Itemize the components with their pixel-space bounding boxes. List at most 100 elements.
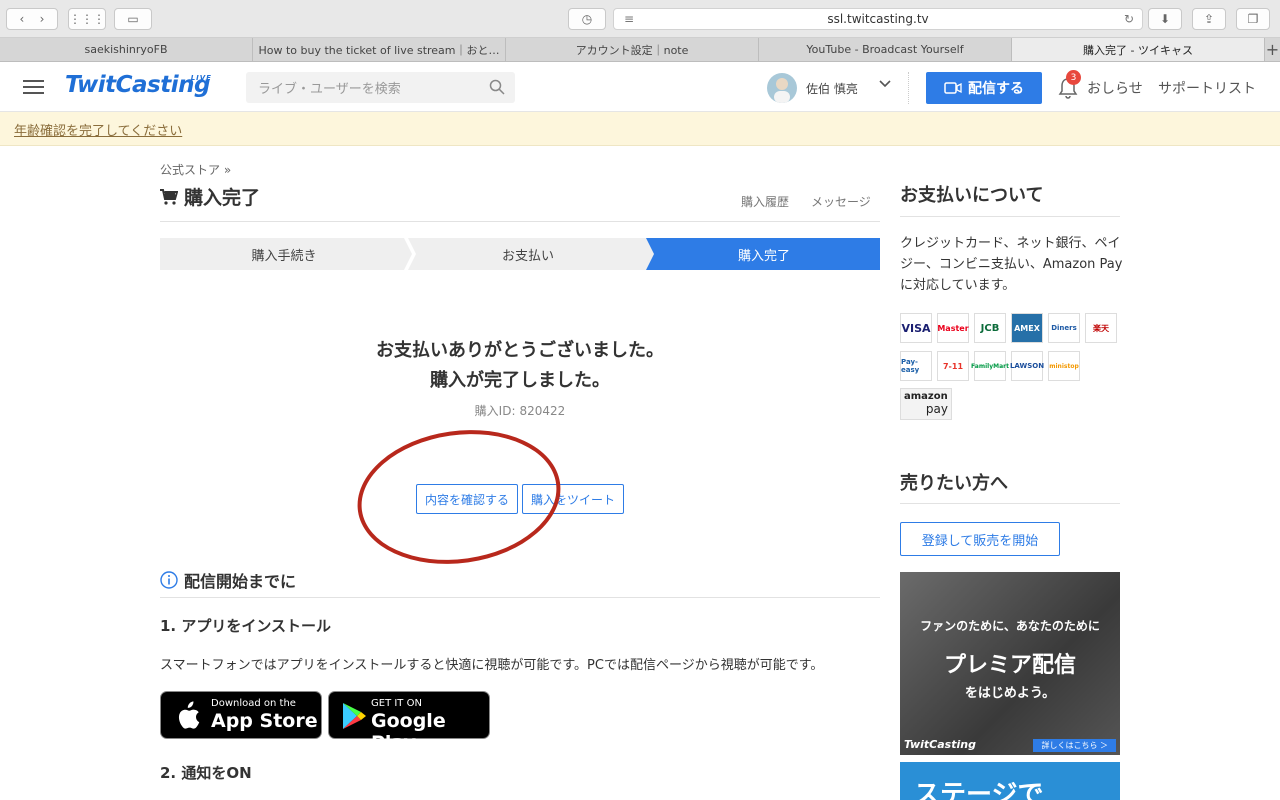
seller-title: 売りたい方へ <box>900 473 1008 494</box>
diners-logo: Diners <box>1048 313 1080 343</box>
search-icon[interactable] <box>489 79 505 95</box>
purchase-id: 購入ID: 820422 <box>160 402 880 419</box>
info-icon <box>160 571 178 589</box>
thanks-line-2: 購入が完了しました。 <box>430 370 610 391</box>
notifications-link[interactable]: おしらせ <box>1087 78 1143 98</box>
thanks-message: お支払いありがとうございました。 購入が完了しました。 <box>160 336 880 396</box>
step1-text: スマートフォンではアプリをインストールすると快適に視聴が可能です。PCでは配信ペ… <box>160 658 824 673</box>
step2-title: 2. 通知をON <box>160 764 252 782</box>
logo-sup: LIVE <box>190 74 212 82</box>
banner-line-3: をはじめよう。 <box>964 686 1056 701</box>
grid-icon[interactable]: ⋮⋮⋮ <box>68 8 106 30</box>
thanks-line-1: お支払いありがとうございました。 <box>376 340 664 361</box>
divider <box>160 597 880 598</box>
section-title: 配信開始までに <box>160 568 296 592</box>
user-name[interactable]: 佐伯 慎亮 <box>806 80 858 97</box>
browser-tab[interactable]: How to buy the ticket of live stream｜おと… <box>253 38 506 61</box>
banner-line-2: プレミア配信 <box>943 653 1076 678</box>
menu-icon[interactable] <box>23 80 44 94</box>
age-verification-link[interactable]: 年齢確認を完了してください <box>14 120 182 139</box>
logo-text: TwitCasting <box>65 72 210 98</box>
visa-logo: VISA <box>900 313 932 343</box>
register-seller-button[interactable]: 登録して販売を開始 <box>900 522 1060 556</box>
forward-icon[interactable]: › <box>40 12 45 26</box>
stage-banner[interactable]: ステージで <box>900 762 1120 800</box>
section-title-text: 配信開始までに <box>184 572 297 591</box>
stage-banner-text: ステージで <box>914 780 1044 800</box>
purchase-history-link[interactable]: 購入履歴 <box>741 193 789 210</box>
app-store-button[interactable]: Download on the App Store <box>160 691 322 739</box>
seven-eleven-logo: 7-11 <box>937 351 969 381</box>
divider <box>900 503 1120 504</box>
search-input[interactable]: ライブ・ユーザーを検索 <box>246 72 515 103</box>
banner-line-1: ファンのために、あなたのために <box>920 619 1100 633</box>
start-live-button[interactable]: 配信する <box>926 72 1042 104</box>
browser-tab[interactable]: アカウント設定｜note <box>506 38 759 61</box>
google-play-button[interactable]: GET IT ON Google Play <box>328 691 490 754</box>
history-icon[interactable]: ◷ <box>568 8 606 30</box>
cart-icon <box>160 188 178 205</box>
payment-info-text: クレジットカード、ネット銀行、ペイジー、コンビニ支払い、Amazon Payに対… <box>900 236 1123 293</box>
payeasy-logo: Pay-easy <box>900 351 932 381</box>
banner-details-link[interactable]: 詳しくはこちら ＞ <box>1033 739 1116 752</box>
browser-tab-active[interactable]: 購入完了 - ツイキャス <box>1012 38 1265 61</box>
back-forward-buttons[interactable]: ‹ › <box>6 8 58 30</box>
divider <box>908 72 909 104</box>
app-store-small-text: Download on the <box>211 698 296 709</box>
reader-icon[interactable]: ≡ <box>624 12 634 26</box>
search-placeholder: ライブ・ユーザーを検索 <box>258 82 401 97</box>
notification-badge: 3 <box>1066 70 1081 85</box>
payment-info-title: お支払いについて <box>900 185 1044 206</box>
rakuten-logo: 楽天 <box>1085 313 1117 343</box>
step1-title: 1. アプリをインストール <box>160 617 332 635</box>
checkout-steps: 購入手続き お支払い 購入完了 <box>160 238 880 270</box>
mastercard-logo: Master <box>937 313 969 343</box>
reload-icon[interactable]: ↻ <box>1124 12 1134 26</box>
highlight-circle-annotation <box>348 417 570 577</box>
browser-toolbar: ‹ › ⋮⋮⋮ ▭ ◷ ≡ ssl.twitcasting.tv ↻ ⬇ ⇪ ❐ <box>0 0 1280 38</box>
familymart-logo: FamilyMart <box>971 351 1009 381</box>
amazon-pay-word-2: pay <box>925 402 948 416</box>
ministop-logo: ministop <box>1048 351 1080 381</box>
purchase-id-label: 購入ID: <box>474 404 516 418</box>
purchase-id-value: 820422 <box>519 404 566 418</box>
amazon-pay-logo: amazon pay <box>900 388 952 420</box>
age-verification-bar: 年齢確認を完了してください <box>0 112 1280 146</box>
page-title-text: 購入完了 <box>184 187 261 209</box>
app-store-big-text: App Store <box>211 710 318 732</box>
avatar[interactable] <box>767 73 797 103</box>
breadcrumb[interactable]: 公式ストア » <box>160 161 231 178</box>
divider <box>160 221 880 222</box>
site-header: TwitCasting LIVE ライブ・ユーザーを検索 佐伯 慎亮 配信する … <box>0 62 1280 112</box>
browser-tab[interactable]: YouTube - Broadcast Yourself <box>759 38 1012 61</box>
support-list-link[interactable]: サポートリスト <box>1158 78 1256 98</box>
site-logo[interactable]: TwitCasting LIVE <box>65 72 212 98</box>
chevron-down-icon[interactable] <box>878 77 892 91</box>
tab-bar: saekishinryoFB How to buy the ticket of … <box>0 38 1280 62</box>
amex-logo: AMEX <box>1011 313 1043 343</box>
step-payment: お支払い <box>501 248 554 264</box>
google-play-small-text: GET IT ON <box>371 698 422 709</box>
jcb-logo: JCB <box>974 313 1006 343</box>
browser-tab[interactable]: saekishinryoFB <box>0 38 253 61</box>
google-play-big-text: Google Play <box>371 710 446 754</box>
banner-logo: TwitCasting <box>904 738 976 751</box>
google-play-icon <box>343 703 366 729</box>
back-icon[interactable]: ‹ <box>20 12 25 26</box>
start-live-label: 配信する <box>968 81 1024 97</box>
tabs-overview-icon[interactable]: ❐ <box>1236 8 1270 30</box>
step-checkout: 購入手続き <box>251 248 317 264</box>
lawson-logo: LAWSON <box>1010 351 1044 381</box>
apple-icon <box>178 701 200 729</box>
url-bar[interactable]: ≡ ssl.twitcasting.tv ↻ <box>613 8 1143 30</box>
new-tab-icon[interactable]: + <box>1265 38 1280 61</box>
sidebar-toggle-icon[interactable]: ▭ <box>114 8 152 30</box>
camera-icon <box>944 82 962 94</box>
step-complete: 購入完了 <box>737 248 790 264</box>
url-text: ssl.twitcasting.tv <box>827 12 929 26</box>
download-icon[interactable]: ⬇ <box>1148 8 1182 30</box>
message-link[interactable]: メッセージ <box>811 193 871 210</box>
share-icon[interactable]: ⇪ <box>1192 8 1226 30</box>
page-title: 購入完了 <box>160 183 260 210</box>
premium-live-banner[interactable]: ファンのために、あなたのために プレミア配信 をはじめよう。 TwitCasti… <box>900 572 1120 755</box>
